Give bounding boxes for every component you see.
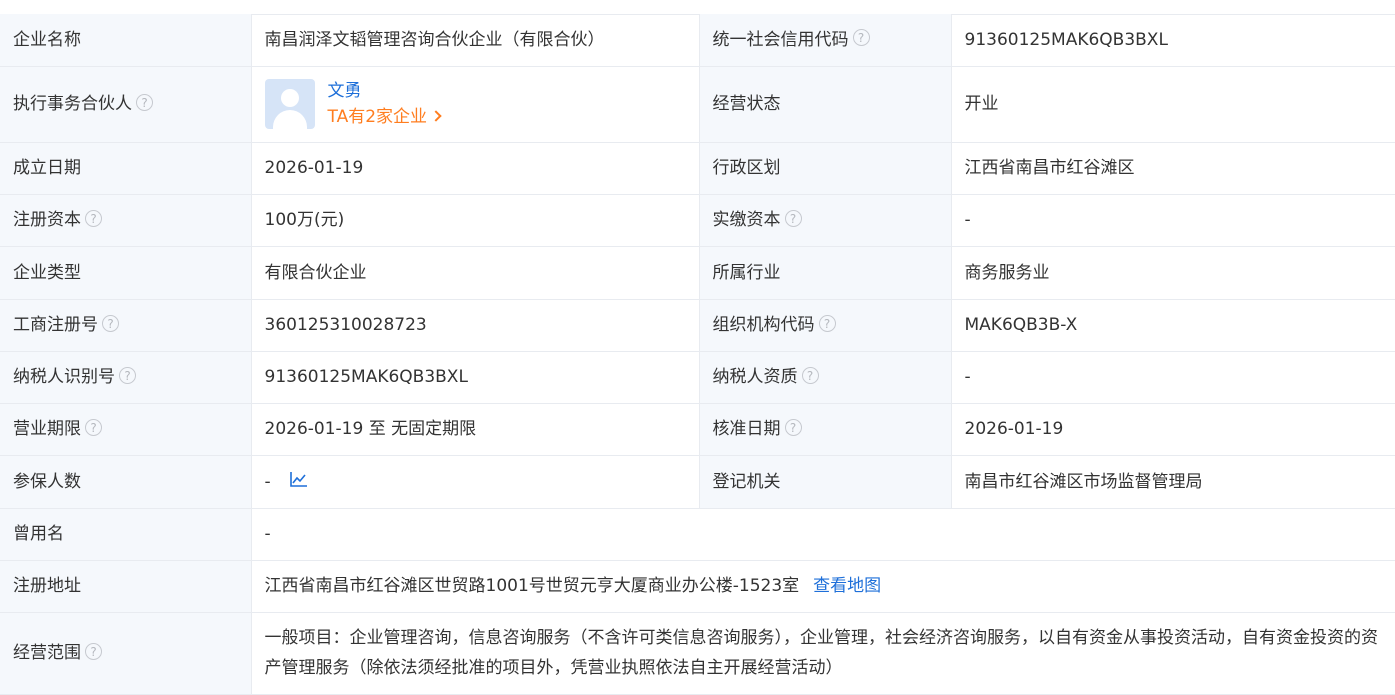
value-paid-capital: - <box>951 194 1395 247</box>
partner-name-link[interactable]: 文勇 <box>328 78 441 104</box>
table-row: 执行事务合伙人? 文勇 TA有2家企业 经营状态 开业 <box>0 66 1395 143</box>
help-icon[interactable]: ? <box>801 366 819 384</box>
help-icon[interactable]: ? <box>85 418 102 436</box>
value-registered-address: 江西省南昌市红谷滩区世贸路1001号世贸元亨大厦商业办公楼-1523室 查看地图 <box>251 560 1395 613</box>
value-taxpayer-id: 91360125MAK6QB3BXL <box>251 351 700 404</box>
company-info-table: 企业名称 南昌润泽文韬管理咨询合伙企业（有限合伙） 统一社会信用代码? 9136… <box>0 14 1395 695</box>
table-row: 注册地址 江西省南昌市红谷滩区世贸路1001号世贸元亨大厦商业办公楼-1523室… <box>0 560 1395 613</box>
value-registration-number: 360125310028723 <box>251 299 700 352</box>
value-business-scope: 一般项目：企业管理咨询，信息咨询服务（不含许可类信息咨询服务），企业管理，社会经… <box>251 612 1395 695</box>
label-operating-status: 经营状态 <box>699 66 952 143</box>
help-icon[interactable]: ? <box>818 314 836 332</box>
value-business-term: 2026-01-19 至 无固定期限 <box>251 403 700 456</box>
table-row: 曾用名 - <box>0 508 1395 561</box>
help-icon[interactable]: ? <box>784 418 802 436</box>
value-organization-code: MAK6QB3B-X <box>951 299 1395 352</box>
value-region: 江西省南昌市红谷滩区 <box>951 142 1395 195</box>
label-business-scope: 经营范围? <box>0 612 252 695</box>
label-approval-date: 核准日期? <box>699 403 952 456</box>
label-registration-authority: 登记机关 <box>699 455 952 509</box>
table-row: 参保人数 - 登记机关 南昌市红谷滩区市场监督管理局 <box>0 455 1395 509</box>
value-operating-status: 开业 <box>951 66 1395 143</box>
label-company-name: 企业名称 <box>0 14 252 67</box>
table-row: 工商注册号? 360125310028723 组织机构代码? MAK6QB3B-… <box>0 299 1395 352</box>
value-registered-capital: 100万(元) <box>251 194 700 247</box>
label-registered-capital: 注册资本? <box>0 194 252 247</box>
line-chart-icon[interactable] <box>290 471 308 487</box>
chevron-right-icon <box>430 110 442 122</box>
table-row: 注册资本? 100万(元) 实缴资本? - <box>0 194 1395 247</box>
label-executive-partner: 执行事务合伙人? <box>0 66 252 143</box>
value-credit-code: 91360125MAK6QB3BXL <box>951 14 1395 67</box>
company-info-panel: 企业名称 南昌润泽文韬管理咨询合伙企业（有限合伙） 统一社会信用代码? 9136… <box>0 0 1395 695</box>
table-row: 成立日期 2026-01-19 行政区划 江西省南昌市红谷滩区 <box>0 142 1395 195</box>
view-map-link[interactable]: 查看地图 <box>813 576 881 596</box>
value-insured-count: - <box>251 455 700 509</box>
value-taxpayer-qualification: - <box>951 351 1395 404</box>
value-approval-date: 2026-01-19 <box>951 403 1395 456</box>
value-established-date: 2026-01-19 <box>251 142 700 195</box>
help-icon[interactable]: ? <box>85 209 102 227</box>
table-row: 营业期限? 2026-01-19 至 无固定期限 核准日期? 2026-01-1… <box>0 403 1395 456</box>
value-executive-partner: 文勇 TA有2家企业 <box>251 66 700 143</box>
label-taxpayer-qualification: 纳税人资质? <box>699 351 952 404</box>
help-icon[interactable]: ? <box>784 209 802 227</box>
table-row: 经营范围? 一般项目：企业管理咨询，信息咨询服务（不含许可类信息咨询服务），企业… <box>0 612 1395 695</box>
label-registered-address: 注册地址 <box>0 560 252 613</box>
value-registration-authority: 南昌市红谷滩区市场监督管理局 <box>951 455 1395 509</box>
value-company-name: 南昌润泽文韬管理咨询合伙企业（有限合伙） <box>251 14 700 67</box>
help-icon[interactable]: ? <box>85 642 102 660</box>
person-avatar-icon[interactable] <box>264 79 315 129</box>
help-icon[interactable]: ? <box>102 314 119 332</box>
table-row: 企业类型 有限合伙企业 所属行业 商务服务业 <box>0 246 1395 300</box>
label-organization-code: 组织机构代码? <box>699 299 952 352</box>
label-insured-count: 参保人数 <box>0 455 252 509</box>
partner-info: 文勇 TA有2家企业 <box>328 78 442 130</box>
label-credit-code: 统一社会信用代码? <box>699 14 952 67</box>
value-company-type: 有限合伙企业 <box>251 246 700 300</box>
partner-company-count-link[interactable]: TA有2家企业 <box>328 104 442 130</box>
table-row: 企业名称 南昌润泽文韬管理咨询合伙企业（有限合伙） 统一社会信用代码? 9136… <box>0 14 1395 67</box>
label-established-date: 成立日期 <box>0 142 252 195</box>
label-registration-number: 工商注册号? <box>0 299 252 352</box>
table-row: 纳税人识别号? 91360125MAK6QB3BXL 纳税人资质? - <box>0 351 1395 404</box>
label-business-term: 营业期限? <box>0 403 252 456</box>
help-icon[interactable]: ? <box>119 366 136 384</box>
partner-card: 文勇 TA有2家企业 <box>264 78 686 130</box>
help-icon[interactable]: ? <box>852 29 870 47</box>
label-taxpayer-id: 纳税人识别号? <box>0 351 252 404</box>
label-former-name: 曾用名 <box>0 508 252 561</box>
value-industry: 商务服务业 <box>951 246 1395 300</box>
help-icon[interactable]: ? <box>136 93 153 111</box>
label-industry: 所属行业 <box>699 246 952 300</box>
label-company-type: 企业类型 <box>0 246 252 300</box>
label-paid-capital: 实缴资本? <box>699 194 952 247</box>
value-former-name: - <box>251 508 1395 561</box>
label-region: 行政区划 <box>699 142 952 195</box>
